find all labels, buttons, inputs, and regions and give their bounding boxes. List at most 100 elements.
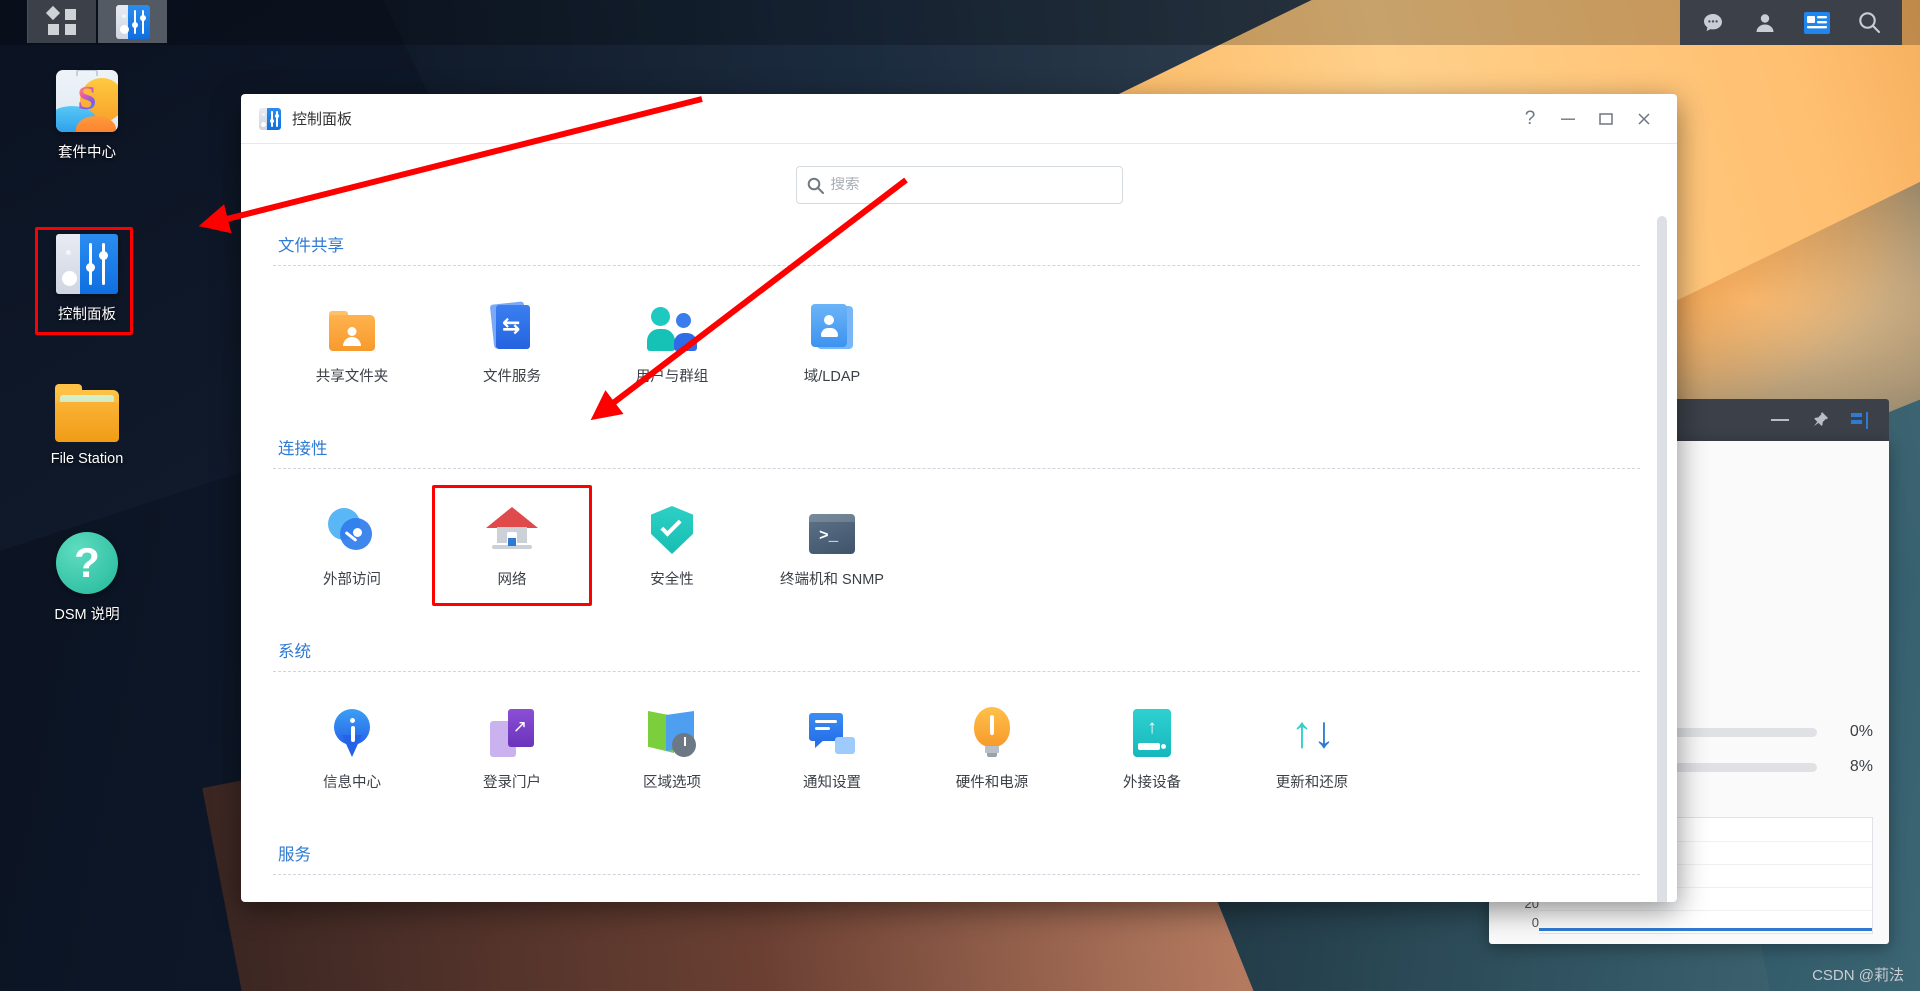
- control-panel-icon: [259, 107, 281, 130]
- tile-info-center[interactable]: 信息中心: [272, 688, 432, 809]
- package-center-icon: S: [56, 70, 118, 132]
- desktop-icon-label: DSM 说明: [54, 607, 120, 623]
- settings-scroll-area[interactable]: 文件共享 共享文件夹 ⇆ 文件服务 用户与群组 域/LDAP 连接性 外部访问 …: [241, 210, 1677, 902]
- info-center-icon: [334, 701, 370, 757]
- tile-task-scheduler[interactable]: 任务计划: [752, 891, 912, 902]
- control-panel-icon: [115, 4, 150, 39]
- tile-label: 硬件和电源: [955, 775, 1029, 791]
- chat-icon[interactable]: [1700, 10, 1726, 36]
- taskbar-app-control-panel[interactable]: [98, 0, 167, 43]
- tile-external-access[interactable]: 外部访问: [272, 485, 432, 606]
- tile-label: 安全性: [650, 572, 694, 588]
- shared-folder-icon: [329, 295, 375, 351]
- tile-label: 区域选项: [643, 775, 701, 791]
- tile-network[interactable]: 网络: [432, 485, 592, 606]
- file-services-icon: ⇆: [489, 295, 534, 351]
- tile-hardware-power[interactable]: 硬件和电源: [912, 688, 1072, 809]
- widget-panel-icon[interactable]: [1804, 10, 1830, 36]
- desktop-icon-dsm-help[interactable]: ? DSM 说明: [22, 532, 152, 624]
- window-help-button[interactable]: ?: [1511, 100, 1549, 138]
- search-box[interactable]: [795, 166, 1123, 204]
- search-icon: [807, 177, 824, 194]
- desktop-icon-label: 套件中心: [58, 145, 116, 161]
- vertical-scrollbar[interactable]: [1657, 216, 1667, 902]
- users-groups-icon: [647, 295, 697, 351]
- hardware-power-icon: [974, 701, 1010, 757]
- external-access-icon: [328, 498, 376, 554]
- tile-notification[interactable]: 通知设置: [752, 688, 912, 809]
- section-title: 系统: [278, 643, 311, 661]
- tile-shared-folder[interactable]: 共享文件夹: [272, 282, 432, 403]
- desktop-icon-package-center[interactable]: S 套件中心: [22, 70, 152, 162]
- network-icon: [486, 498, 538, 554]
- help-icon: ?: [56, 532, 118, 594]
- regional-options-icon: [648, 701, 696, 757]
- window-maximize-button[interactable]: [1587, 100, 1625, 138]
- domain-ldap-icon: [811, 295, 853, 351]
- scrollbar-thumb[interactable]: [1657, 216, 1667, 902]
- window-title: 控制面板: [292, 111, 353, 128]
- tile-label: 共享文件夹: [315, 369, 389, 385]
- usage-percent: 0%: [1849, 723, 1873, 740]
- section-title: 连接性: [278, 440, 328, 458]
- search-icon[interactable]: [1856, 10, 1882, 36]
- external-devices-icon: ↑: [1133, 701, 1171, 757]
- tile-terminal-snmp[interactable]: >_ 终端机和 SNMP: [752, 485, 912, 606]
- tile-label: 网络: [497, 572, 527, 588]
- y-tick: 0: [1531, 915, 1539, 930]
- folder-icon: [55, 384, 119, 442]
- section-tiles: 外部访问 网络 安全性 >_ 终端机和 SNMP: [268, 469, 1645, 616]
- tile-app-privileges[interactable]: 应用程序权限: [432, 891, 592, 902]
- desktop-icon-control-panel[interactable]: 控制面板: [22, 234, 152, 324]
- section-tiles: 信息中心 ↗ 登录门户 区域选项 通知设置 硬件和电源 ↑ 外接设备 ↑ ↓ 更…: [268, 672, 1645, 819]
- control-panel-icon: [56, 234, 118, 294]
- widget-dock-icon[interactable]: [1851, 411, 1871, 429]
- section-title: 服务: [278, 846, 311, 864]
- tile-indexing-service[interactable]: 索引服务: [592, 891, 752, 902]
- window-minimize-button[interactable]: [1549, 100, 1587, 138]
- tile-external-devices[interactable]: ↑ 外接设备: [1072, 688, 1232, 809]
- tile-label: 信息中心: [323, 775, 381, 791]
- window-close-button[interactable]: [1625, 100, 1663, 138]
- tile-login-portal[interactable]: ↗ 登录门户: [432, 688, 592, 809]
- tile-label: 外接设备: [1123, 775, 1181, 791]
- tile-regional-options[interactable]: 区域选项: [592, 688, 752, 809]
- user-icon[interactable]: [1752, 10, 1778, 36]
- section-tiles: ✓ Synology 帐户 应用程序权限 索引服务: [268, 875, 1645, 902]
- usage-percent: 8%: [1849, 758, 1873, 775]
- tile-security[interactable]: 安全性: [592, 485, 752, 606]
- pin-icon[interactable]: [1811, 411, 1829, 429]
- watermark: CSDN @莉法: [1812, 967, 1904, 984]
- chart-line: [1539, 928, 1872, 931]
- section-title: 文件共享: [278, 237, 344, 255]
- tile-label: 域/LDAP: [803, 369, 861, 385]
- terminal-snmp-icon: >_: [809, 498, 855, 554]
- taskbar-right: [1680, 0, 1902, 45]
- search-row: [241, 144, 1677, 208]
- tile-label: 用户与群组: [635, 369, 709, 385]
- tile-users-groups[interactable]: 用户与群组: [592, 282, 752, 403]
- tile-label: 终端机和 SNMP: [780, 572, 884, 588]
- window-titlebar[interactable]: 控制面板 ?: [241, 94, 1677, 143]
- taskbar-left: [27, 0, 167, 45]
- window-body: 文件共享 共享文件夹 ⇆ 文件服务: [241, 143, 1677, 902]
- tile-file-services[interactable]: ⇆ 文件服务: [432, 282, 592, 403]
- tile-label: 更新和还原: [1275, 775, 1349, 791]
- tile-synology-account[interactable]: ✓ Synology 帐户: [272, 891, 432, 902]
- control-panel-window: 控制面板 ? 搜索 文件共享 共享文件夹 ⇆ 文件服务 用户与群组 域/LDAP…: [241, 94, 1677, 902]
- main-menu-button[interactable]: [27, 0, 96, 43]
- widget-minimize-icon[interactable]: [1771, 417, 1789, 423]
- update-restore-icon: ↑ ↓: [1291, 708, 1335, 757]
- desktop-icon-file-station[interactable]: File Station: [22, 384, 152, 467]
- tile-domain-ldap[interactable]: 域/LDAP: [752, 282, 912, 403]
- security-icon: [651, 498, 693, 554]
- tile-label: 通知设置: [803, 775, 861, 791]
- section-tiles: 共享文件夹 ⇆ 文件服务 用户与群组 域/LDAP: [268, 266, 1645, 413]
- search-input[interactable]: [830, 177, 1112, 193]
- desktop: S 套件中心 控制面板 File Station ? DSM 说明 0% 8% …: [0, 0, 1920, 991]
- desktop-icon-label: File Station: [50, 451, 124, 467]
- taskbar: [0, 0, 1920, 45]
- grid-menu-icon: [45, 5, 76, 36]
- tile-update-restore[interactable]: ↑ ↓ 更新和还原: [1232, 688, 1392, 809]
- tile-label: 外部访问: [323, 572, 381, 588]
